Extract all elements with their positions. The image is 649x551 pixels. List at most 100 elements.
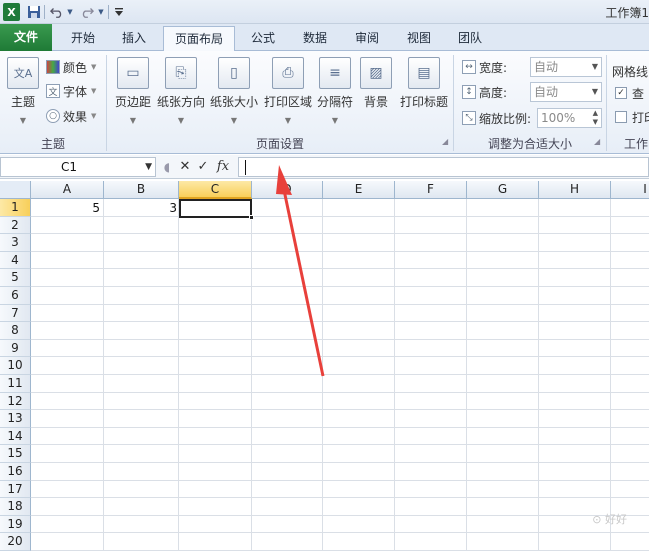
row-header-3[interactable]: 3 <box>0 234 31 252</box>
redo-dropdown-icon[interactable]: ▼ <box>97 3 105 21</box>
breaks-button[interactable]: ≡ 分隔符 ▼ <box>315 55 355 131</box>
row-header-4[interactable]: 4 <box>0 251 31 270</box>
customize-toolbar-icon[interactable] <box>114 3 124 21</box>
theme-fonts-button[interactable]: 文 字体 ▼ <box>46 81 96 101</box>
row-header-15[interactable]: 15 <box>0 445 31 463</box>
gridline-horizontal <box>31 303 649 305</box>
height-select[interactable]: 自动 ▼ <box>530 82 602 102</box>
undo-dropdown-icon[interactable]: ▼ <box>66 3 74 21</box>
chevron-down-icon: ▼ <box>331 116 339 125</box>
title-bar: X ▼ ▼ 工作簿1 <box>0 0 649 24</box>
select-all-corner[interactable] <box>0 181 31 199</box>
row-header-12[interactable]: 12 <box>0 392 31 411</box>
formula-bar: C1 ▼ ◖ ✕ ✓ fx <box>0 155 649 179</box>
column-header-e[interactable]: E <box>323 181 395 199</box>
row-header-6[interactable]: 6 <box>0 287 31 305</box>
formula-input[interactable] <box>238 157 649 177</box>
tab-insert[interactable]: 插入 <box>110 26 158 51</box>
column-header-h[interactable]: H <box>539 181 611 199</box>
chevron-down-icon[interactable]: ▼ <box>145 158 152 176</box>
row-header-2[interactable]: 2 <box>0 216 31 235</box>
gridline-horizontal <box>31 532 649 534</box>
gridline-horizontal <box>31 479 649 481</box>
column-header-c[interactable]: C <box>179 181 252 199</box>
gridline-vertical <box>251 199 252 551</box>
row-header-7[interactable]: 7 <box>0 304 31 323</box>
scale-label: 缩放比例: <box>479 111 532 126</box>
scale-icon: ⤡ <box>462 111 476 125</box>
row-header-8[interactable]: 8 <box>0 322 31 340</box>
scale-spinner[interactable]: 100% ▲ ▼ <box>537 108 602 128</box>
tab-view[interactable]: 视图 <box>395 26 443 51</box>
print-titles-icon: ▤ <box>408 57 440 89</box>
theme-colors-button[interactable]: 颜色 ▼ <box>46 57 96 77</box>
tab-review[interactable]: 审阅 <box>343 26 391 51</box>
gridline-horizontal <box>31 462 649 463</box>
tab-home[interactable]: 开始 <box>58 26 108 51</box>
chevron-down-icon: ▼ <box>230 116 238 125</box>
undo-icon[interactable] <box>50 3 64 21</box>
ribbon-page-layout: 文A 主题 ▼ 颜色 ▼ 文 字体 ▼ ○ 效果 ▼ 主题 ▭ 页边距 ▼ ⎘ … <box>0 51 649 154</box>
name-box[interactable]: C1 ▼ <box>0 157 156 177</box>
themes-button[interactable]: 文A 主题 ▼ <box>4 55 42 131</box>
height-icon: ↕ <box>462 85 476 99</box>
theme-effects-button[interactable]: ○ 效果 ▼ <box>46 106 96 126</box>
orientation-button[interactable]: ⎘ 纸张方向 ▼ <box>155 55 207 131</box>
row-header-1[interactable]: 1 <box>0 199 31 217</box>
row-header-11[interactable]: 11 <box>0 375 31 393</box>
row-header-18[interactable]: 18 <box>0 498 31 516</box>
row-header-9[interactable]: 9 <box>0 339 31 358</box>
column-header-a[interactable]: A <box>31 181 104 199</box>
watermark-logo: ⊙ 好好 <box>592 513 627 526</box>
page-size-button[interactable]: ▯ 纸张大小 ▼ <box>208 55 260 131</box>
row-header-20[interactable]: 20 <box>0 533 31 551</box>
excel-app-icon[interactable]: X <box>3 3 20 21</box>
redo-icon[interactable] <box>80 3 94 21</box>
print-titles-button[interactable]: ▤ 打印标题 <box>398 55 450 131</box>
cancel-icon[interactable]: ✕ <box>178 158 192 176</box>
gridline-horizontal <box>31 356 649 358</box>
background-label: 背景 <box>363 95 388 109</box>
row-header-17[interactable]: 17 <box>0 480 31 499</box>
gridlines-view-row: 查 <box>632 83 644 103</box>
insert-function-icon[interactable]: fx <box>214 158 232 176</box>
save-icon[interactable] <box>27 3 41 21</box>
cell-b1[interactable]: 3 <box>104 200 179 217</box>
breaks-label: 分隔符 <box>316 95 353 109</box>
background-button[interactable]: ▨ 背景 <box>358 55 394 131</box>
tab-team[interactable]: 团队 <box>446 26 494 51</box>
width-select[interactable]: 自动 ▼ <box>530 57 602 77</box>
dialog-launcher-icon[interactable]: ◢ <box>594 137 600 146</box>
tab-file[interactable]: 文件 <box>0 24 52 51</box>
spinner-arrows-icon[interactable]: ▲ ▼ <box>593 109 598 127</box>
column-header-b[interactable]: B <box>104 181 179 199</box>
margins-button[interactable]: ▭ 页边距 ▼ <box>111 55 155 131</box>
collapse-handle-icon[interactable]: ◖ <box>160 158 174 176</box>
column-header-g[interactable]: G <box>467 181 539 199</box>
gridlines-print-checkbox[interactable] <box>615 111 627 123</box>
column-header-i[interactable]: I <box>611 181 649 199</box>
column-header-f[interactable]: F <box>395 181 467 199</box>
gridline-horizontal <box>31 233 649 235</box>
row-header-13[interactable]: 13 <box>0 410 31 428</box>
row-header-14[interactable]: 14 <box>0 427 31 446</box>
sheet-options-group-label: 工作 <box>624 137 649 151</box>
row-header-5[interactable]: 5 <box>0 269 31 287</box>
fill-handle[interactable] <box>249 215 254 220</box>
print-titles-label: 打印标题 <box>399 95 448 109</box>
gridlines-view-checkbox[interactable]: ✓ <box>615 87 627 99</box>
tab-page-layout[interactable]: 页面布局 <box>163 26 235 52</box>
cell-a1[interactable]: 5 <box>31 200 102 217</box>
row-header-16[interactable]: 16 <box>0 463 31 481</box>
worksheet-grid[interactable]: A B C D E F G H I 1 2 3 4 5 6 7 8 9 10 11 12 13 14 15 16 17 18 19 20… <box>0 181 649 551</box>
print-area-button[interactable]: ⎙ 打印区域 ▼ <box>262 55 314 131</box>
column-header-d[interactable]: D <box>252 181 323 199</box>
row-header-19[interactable]: 19 <box>0 515 31 534</box>
enter-check-icon[interactable]: ✓ <box>196 158 210 176</box>
row-header-10[interactable]: 10 <box>0 357 31 375</box>
dialog-launcher-icon[interactable]: ◢ <box>442 137 448 146</box>
tab-formulas[interactable]: 公式 <box>240 26 286 51</box>
tab-data[interactable]: 数据 <box>291 26 339 51</box>
active-cell-c1[interactable] <box>179 199 252 218</box>
chevron-down-icon: ▼ <box>284 116 292 125</box>
